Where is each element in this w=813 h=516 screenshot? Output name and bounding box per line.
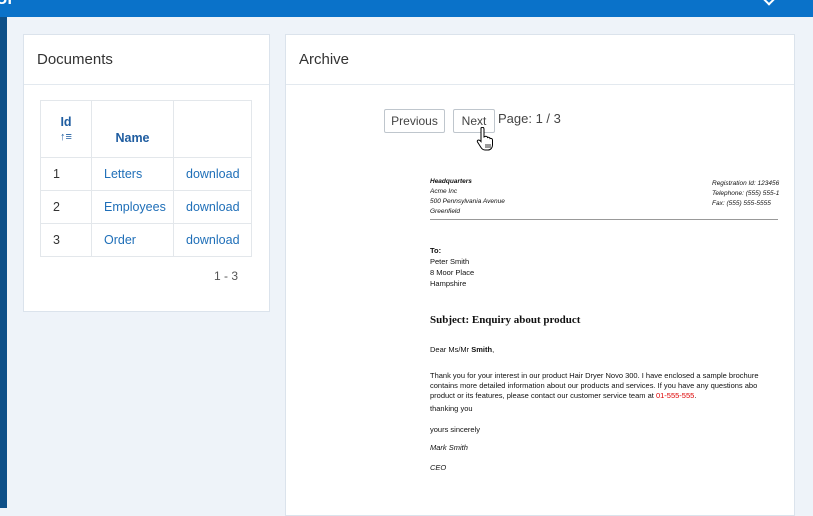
column-header-name[interactable]: Name xyxy=(91,100,174,158)
recipient-line: Hampshire xyxy=(430,279,467,288)
letter-sender: Headquarters Acme Inc 500 Pennsylvania A… xyxy=(430,177,505,217)
table-row: 1 Letters download xyxy=(40,157,252,191)
recipient-label: To: xyxy=(430,246,442,255)
recipient-line: 8 Moor Place xyxy=(430,268,475,277)
previous-page-button[interactable]: Previous xyxy=(384,109,445,133)
app-brand: UI xyxy=(0,0,12,9)
chevron-down-icon[interactable] xyxy=(763,0,775,6)
body-line-prefix: product or its features, please contact … xyxy=(430,391,656,400)
row-id: 2 xyxy=(40,190,92,224)
phone-number: 01-555-555 xyxy=(655,391,695,400)
letter-salutation: Dear Ms/Mr Smith, xyxy=(430,345,494,354)
body-line: contains more detailed information about… xyxy=(430,381,758,390)
sender-line: Acme Inc xyxy=(430,188,458,195)
download-link[interactable]: download xyxy=(186,200,240,214)
documents-panel: Documents Id ↑≡ Name 1 Letters download … xyxy=(23,34,270,312)
hand-cursor-icon xyxy=(476,127,493,151)
body-line-suffix: . xyxy=(694,391,697,400)
letter-registration: Registration Id: 123456 Telephone: (555)… xyxy=(712,179,779,209)
salutation-prefix: Dear Ms/Mr xyxy=(430,345,472,354)
letter-signer: Mark Smith xyxy=(430,443,468,452)
body-line: Thank you for your interest in our produ… xyxy=(430,371,759,380)
registration-line: Telephone: (555) 555-1 xyxy=(712,190,780,197)
sender-line: Greenfield xyxy=(430,208,460,215)
document-name-link[interactable]: Order xyxy=(104,233,136,247)
archive-title: Archive xyxy=(286,35,794,85)
letter-sign-off: yours sincerely xyxy=(430,425,481,434)
row-id: 1 xyxy=(40,157,92,191)
column-header-name-label: Name xyxy=(115,131,150,145)
table-range-info: 1 - 3 xyxy=(214,269,239,283)
letter-recipient: To: Peter Smith 8 Moor Place Hampshire xyxy=(430,245,474,289)
table-row: 2 Employees download xyxy=(40,190,252,224)
sort-ascending-icon: ↑≡ xyxy=(60,131,72,143)
letter-closing: thanking you xyxy=(430,404,473,413)
salutation-name: Smith xyxy=(471,345,493,354)
document-name-link[interactable]: Letters xyxy=(104,167,142,181)
letter-body: Thank you for your interest in our produ… xyxy=(430,371,780,401)
document-preview: Headquarters Acme Inc 500 Pennsylvania A… xyxy=(430,177,780,507)
table-row: 3 Order download xyxy=(40,223,252,257)
left-sidebar-strip xyxy=(0,17,7,508)
download-link[interactable]: download xyxy=(186,233,240,247)
registration-line: Fax: (555) 555-5555 xyxy=(712,200,771,207)
row-id: 3 xyxy=(40,223,92,257)
recipient-line: Peter Smith xyxy=(430,257,470,266)
letter-divider xyxy=(430,219,778,220)
top-bar: UI xyxy=(0,0,813,17)
registration-line: Registration Id: 123456 xyxy=(712,180,780,187)
table-header-row: Id ↑≡ Name xyxy=(40,100,252,158)
document-name-link[interactable]: Employees xyxy=(104,200,166,214)
column-header-id-label: Id xyxy=(60,115,72,129)
column-header-actions xyxy=(173,100,252,158)
sender-line: 500 Pennsylvania Avenue xyxy=(430,198,505,205)
letter-subject: Subject: Enquiry about product xyxy=(430,314,581,326)
body-line: product or its features, please contact … xyxy=(430,391,780,401)
sender-line: Headquarters xyxy=(430,178,472,185)
archive-panel: Archive Previous Next Page: 1 / 3 Headqu… xyxy=(285,34,795,516)
letter-signer-role: CEO xyxy=(430,463,447,472)
column-header-id[interactable]: Id ↑≡ xyxy=(40,100,92,158)
documents-title: Documents xyxy=(24,35,269,85)
page-indicator: Page: 1 / 3 xyxy=(498,111,561,126)
salutation-suffix: , xyxy=(492,345,495,354)
documents-table: Id ↑≡ Name 1 Letters download 2 Employee… xyxy=(40,100,252,257)
download-link[interactable]: download xyxy=(186,167,240,181)
